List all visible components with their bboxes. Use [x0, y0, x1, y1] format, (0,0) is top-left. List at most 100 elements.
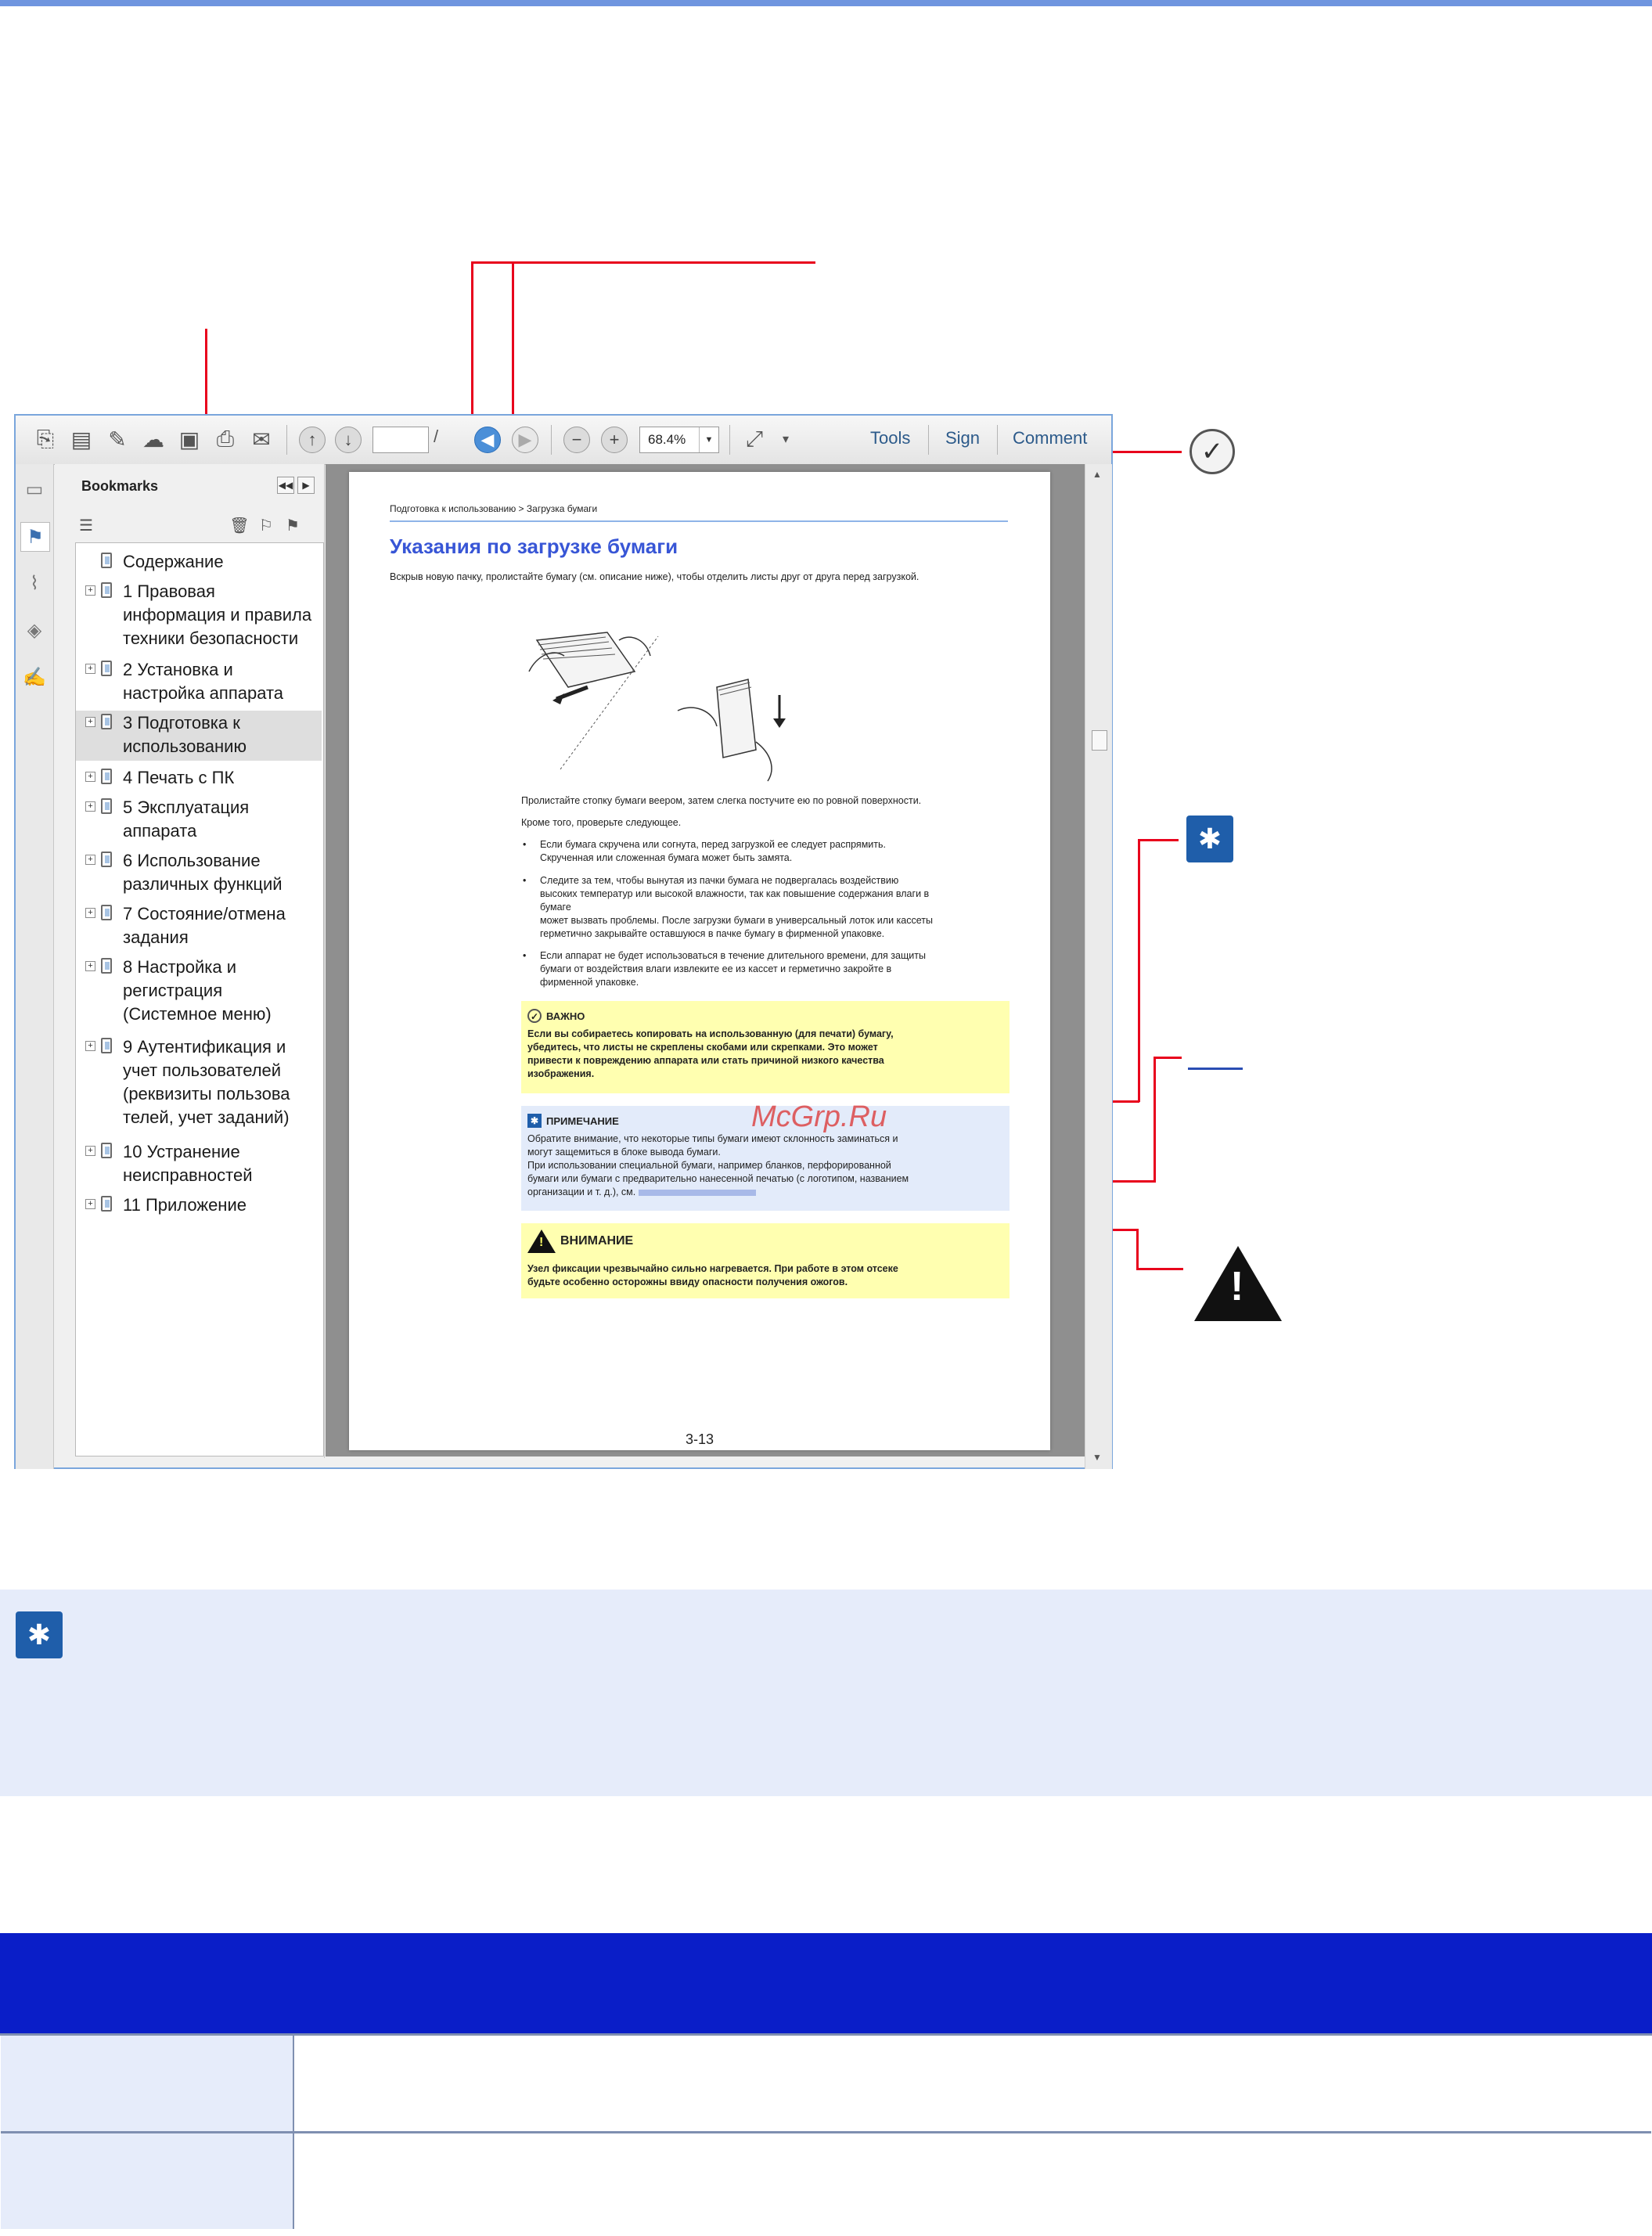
bookmark-item[interactable]: +3 Подготовка к использованию — [76, 711, 322, 761]
bookmark-label: 2 Установка и настройка аппарата — [123, 660, 284, 703]
scrollbar-thumb[interactable] — [1092, 730, 1107, 751]
important-box: ✓ ВАЖНО Если вы собираетесь копировать на… — [521, 1001, 1010, 1093]
delete-bookmark-icon[interactable]: 🗑 — [229, 514, 250, 536]
zoom-level-input[interactable]: 68.4% ▼ — [639, 427, 719, 453]
scroll-down-icon[interactable]: ▼ — [1092, 1452, 1102, 1463]
important-title: ВАЖНО — [546, 1010, 585, 1022]
bookmark-icon — [101, 1143, 112, 1158]
tools-button[interactable]: Tools — [870, 428, 910, 448]
document-page: Подготовка к использованию > Загрузка бу… — [349, 472, 1050, 1450]
callout-line-link-v — [1154, 1057, 1156, 1182]
bookmark-item[interactable]: Содержание — [76, 549, 322, 574]
next-view-icon[interactable]: ▶ — [512, 427, 538, 453]
expand-icon[interactable]: + — [85, 664, 95, 674]
new-bookmark-icon[interactable]: ⚐ — [255, 514, 277, 536]
page-number: 3-13 — [686, 1431, 714, 1447]
bookmark-item[interactable]: +4 Печать с ПК — [76, 765, 322, 790]
create-pdf-icon[interactable]: ⎘ — [31, 425, 59, 453]
edit-icon[interactable]: ✎ — [103, 425, 131, 453]
page-thumbnails-icon[interactable]: ▭ — [20, 475, 49, 503]
bookmark-icon — [101, 905, 112, 920]
expand-icon[interactable]: + — [85, 717, 95, 727]
cross-reference-link[interactable] — [638, 1189, 756, 1196]
expand-icon[interactable]: + — [85, 855, 95, 865]
attachments-icon[interactable]: ⌇ — [20, 569, 49, 597]
bookmark-item[interactable]: +11 Приложение — [76, 1193, 322, 1218]
page-breadcrumb: Подготовка к использованию > Загрузка бу… — [390, 503, 598, 514]
email-icon[interactable]: ✉ — [247, 425, 275, 453]
note-lightbulb-icon: ✱ — [1186, 816, 1233, 862]
bookmark-icon — [101, 1038, 112, 1053]
bullet-text: Следите за тем, чтобы вынутая из пачки б… — [540, 875, 933, 939]
next-page-icon[interactable]: ↓ — [335, 427, 362, 453]
bookmarks-icon[interactable]: ⚑ — [20, 522, 50, 552]
sign-button[interactable]: Sign — [945, 428, 980, 448]
pdf-document-icon[interactable]: ▤ — [67, 425, 95, 453]
page-heading: Указания по загрузке бумаги — [390, 535, 678, 558]
important-body: Если вы собираетесь копировать на исполь… — [527, 1028, 894, 1079]
bookmark-item[interactable]: +1 Правовая информация и правила техники… — [76, 579, 322, 654]
signatures-icon[interactable]: ✍ — [20, 663, 49, 691]
bookmarks-panel: Bookmarks ◀◀ ▶ ☰ 🗑 ⚐ ⚑ Содержание +1 Прав… — [55, 464, 325, 1458]
bookmark-item[interactable]: +6 Использование различных функций — [76, 848, 322, 898]
bookmark-icon — [101, 1196, 112, 1212]
bookmark-item[interactable]: +10 Устранение неисправностей — [76, 1140, 322, 1190]
scroll-up-icon[interactable]: ▲ — [1092, 469, 1102, 480]
bookmark-icon — [101, 553, 112, 568]
expand-icon[interactable]: + — [85, 961, 95, 971]
toolbar-options-icon[interactable]: ▾ — [772, 425, 800, 453]
expand-icon[interactable]: + — [85, 1146, 95, 1156]
reference-table — [0, 1933, 1652, 2229]
save-icon[interactable]: ▣ — [175, 425, 203, 453]
chevron-down-icon[interactable]: ▼ — [699, 427, 718, 452]
lightbulb-icon: ✱ — [527, 1114, 542, 1128]
bookmark-item[interactable]: +9 Аутентификация и учет пользователей (… — [76, 1035, 322, 1135]
bookmark-label: 3 Подготовка к использованию — [123, 713, 247, 756]
upload-icon[interactable]: ☁ — [139, 425, 167, 453]
caution-warning-icon: ! — [1194, 1246, 1282, 1321]
page-number-input[interactable] — [373, 427, 429, 453]
note-title: ПРИМЕЧАНИЕ — [546, 1114, 619, 1127]
print-icon[interactable]: ⎙ — [211, 425, 239, 453]
toolbar-separator — [286, 425, 287, 455]
toolbar-separator — [928, 425, 929, 455]
fit-page-icon[interactable]: ⤢ — [740, 425, 768, 453]
bookmark-options-icon[interactable]: ☰ — [75, 514, 97, 536]
caution-title: ВНИМАНИЕ — [560, 1234, 634, 1248]
bookmark-icon — [101, 582, 112, 598]
callout-line-note-h1 — [1139, 839, 1179, 841]
expand-icon[interactable]: + — [85, 1199, 95, 1209]
expand-bookmark-icon[interactable]: ⚑ — [282, 514, 304, 536]
bookmark-item[interactable]: +5 Эксплуатация аппарата — [76, 795, 322, 845]
comment-button[interactable]: Comment — [1013, 428, 1087, 448]
bookmark-item[interactable]: +2 Установка и настройка аппарата — [76, 657, 322, 708]
bullet-list-item: • — [523, 950, 527, 961]
previous-page-icon[interactable]: ↑ — [299, 427, 326, 453]
note-last-text: организации и т. д.), см. — [527, 1186, 636, 1197]
table-row — [1, 2033, 1651, 2133]
bookmark-label: 10 Устранение неисправностей — [123, 1142, 253, 1185]
expand-icon[interactable]: + — [85, 772, 95, 782]
expand-icon[interactable]: + — [85, 1041, 95, 1051]
bookmarks-list: Содержание +1 Правовая информация и прави… — [75, 542, 324, 1456]
important-check-icon: ✓ — [1190, 429, 1235, 474]
zoom-in-icon[interactable]: + — [601, 427, 628, 453]
bookmark-label: 8 Настройка и регистрация (Системное мен… — [123, 957, 272, 1024]
expand-icon[interactable]: + — [85, 801, 95, 812]
intro-text: Вскрыв новую пачку, пролистайте бумагу (… — [390, 571, 920, 582]
expand-icon[interactable]: + — [85, 585, 95, 596]
vertical-scrollbar[interactable]: ▲ ▼ — [1085, 464, 1112, 1469]
note-header: ✱ ПРИМЕЧАНИЕ — [527, 1114, 619, 1128]
bookmark-label: 4 Печать с ПК — [123, 768, 235, 787]
previous-view-icon[interactable]: ◀ — [474, 427, 501, 453]
zoom-out-icon[interactable]: − — [563, 427, 590, 453]
bookmark-item[interactable]: +8 Настройка и регистрация (Системное ме… — [76, 955, 322, 1030]
layers-icon[interactable]: ◈ — [20, 616, 49, 644]
bookmark-item[interactable]: +7 Состояние/отмена задания — [76, 902, 322, 952]
caution-body: Узел фиксации чрезвычайно сильно нагрева… — [527, 1263, 898, 1287]
lightbulb-icon: ✱ — [16, 1611, 63, 1658]
collapse-panel-icon[interactable]: ◀◀ — [277, 477, 294, 494]
expand-panel-icon[interactable]: ▶ — [297, 477, 315, 494]
navigation-pane-icons: ▭ ⚑ ⌇ ◈ ✍ — [16, 464, 54, 1469]
expand-icon[interactable]: + — [85, 908, 95, 918]
